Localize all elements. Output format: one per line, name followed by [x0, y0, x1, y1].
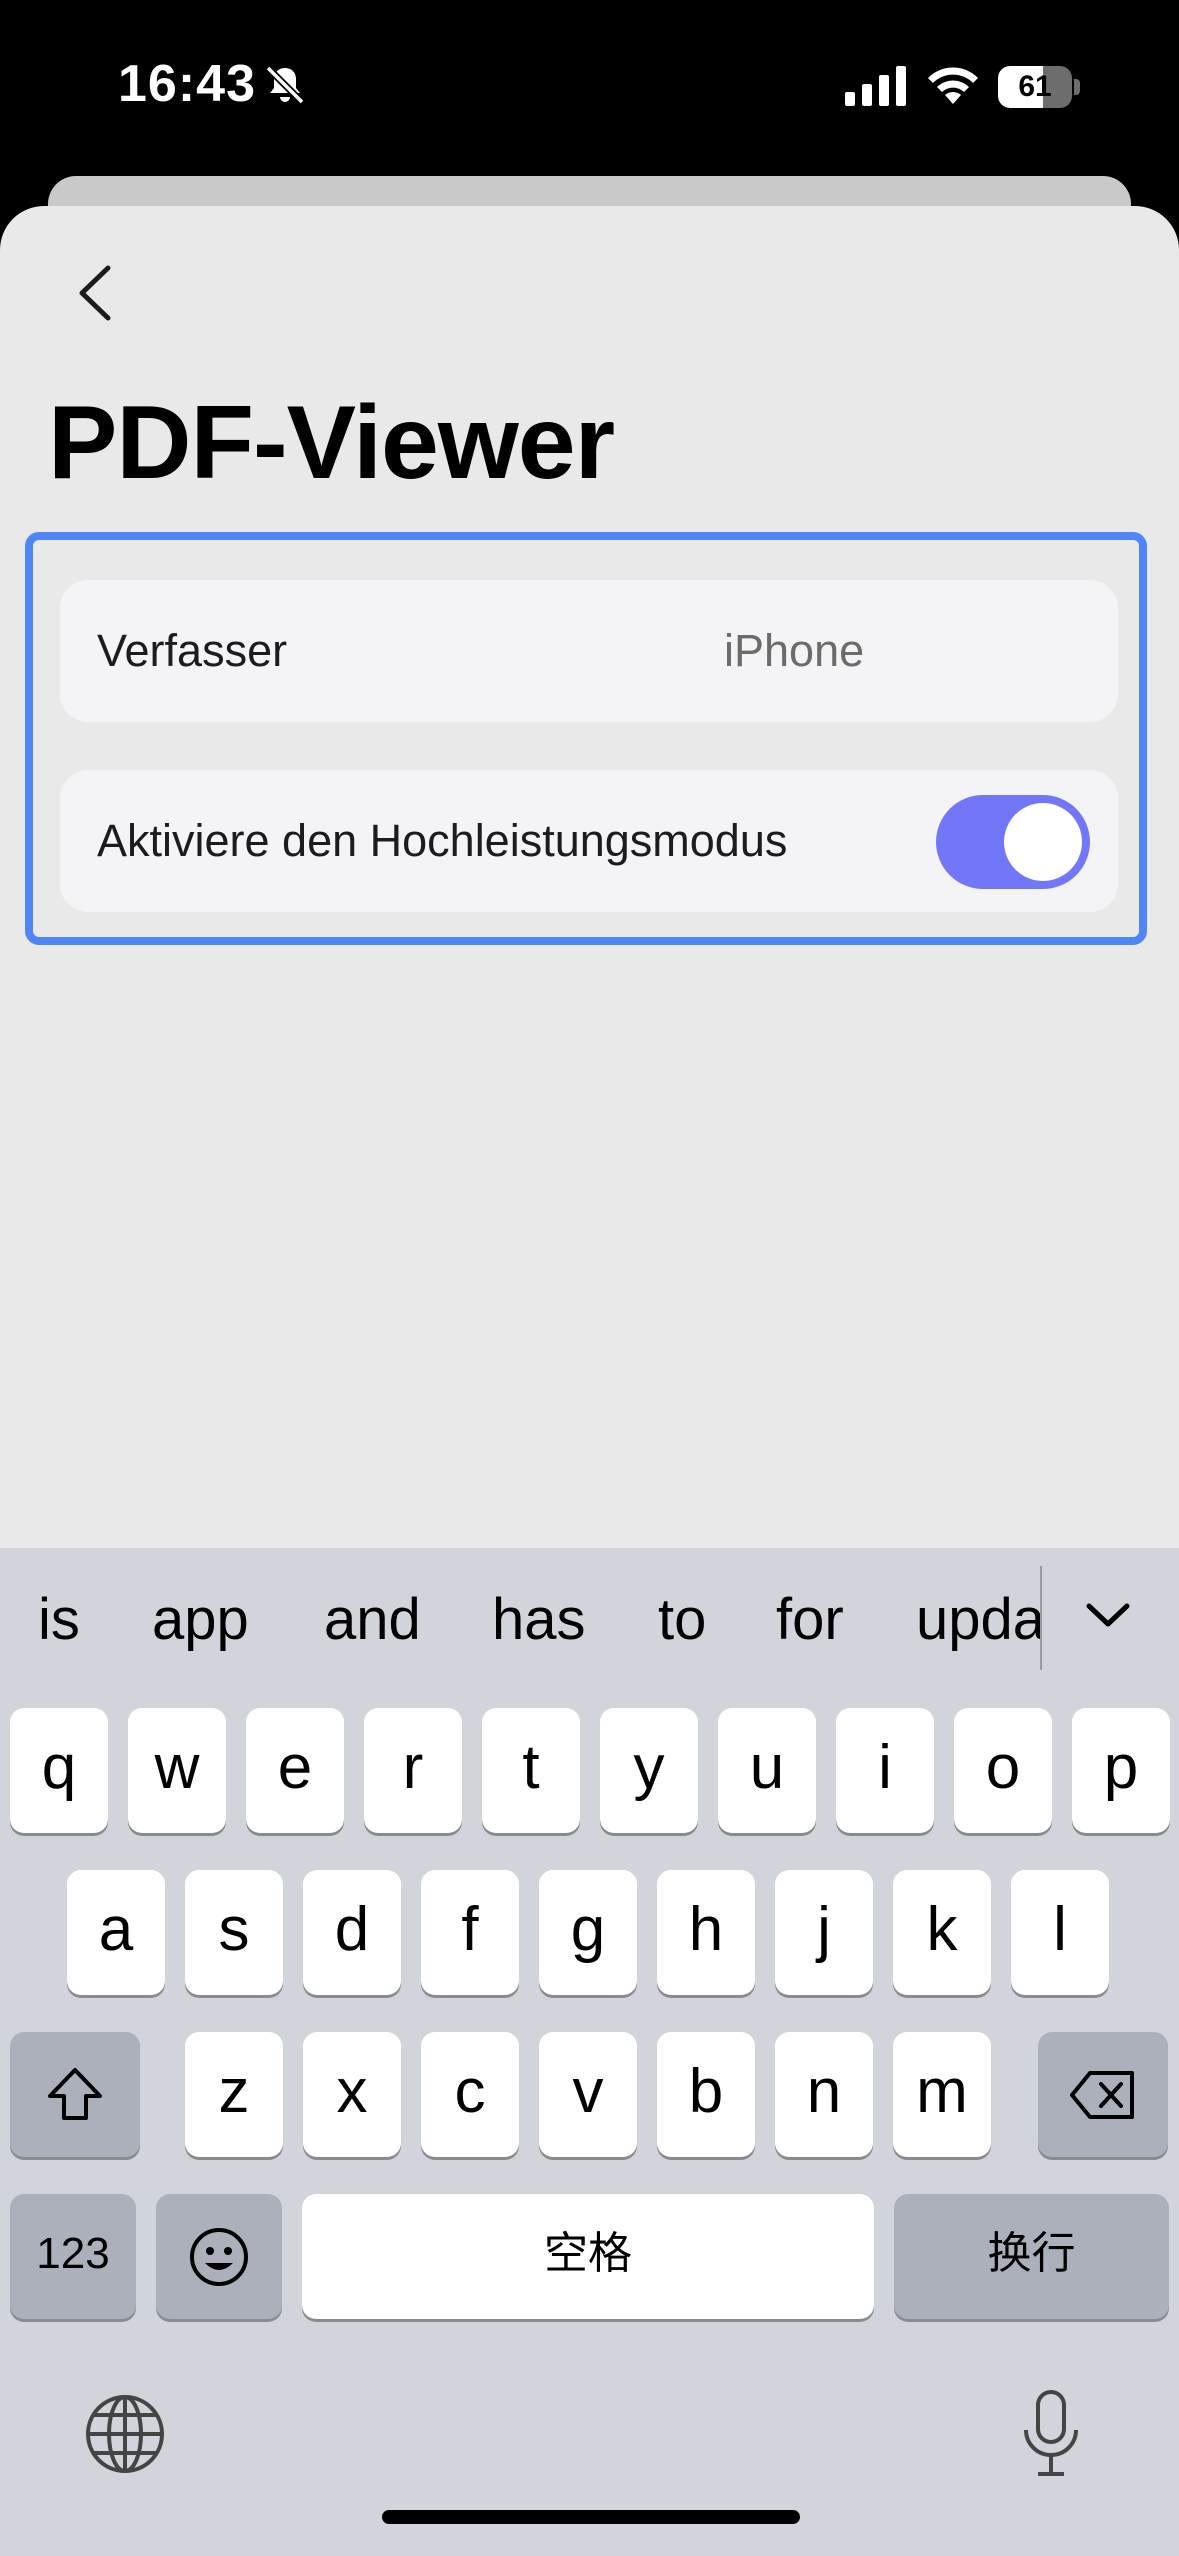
key-e[interactable]: e — [246, 1708, 344, 1833]
key-h[interactable]: h — [657, 1870, 755, 1995]
backspace-icon — [1070, 2070, 1134, 2119]
status-time: 16:43 — [118, 55, 256, 113]
key-r[interactable]: r — [364, 1708, 462, 1833]
microphone-icon[interactable] — [1016, 2388, 1086, 2480]
status-bar: 16:43 61 — [0, 0, 1179, 170]
key-y[interactable]: y — [600, 1708, 698, 1833]
emoji-icon — [190, 2227, 248, 2286]
author-row[interactable]: Verfasser iPhone — [60, 580, 1118, 722]
key-p[interactable]: p — [1072, 1708, 1170, 1833]
home-indicator — [382, 2510, 800, 2524]
key-b[interactable]: b — [657, 2032, 755, 2157]
battery-icon: 61 — [998, 66, 1080, 108]
key-f[interactable]: f — [421, 1870, 519, 1995]
suggestion[interactable]: app — [152, 1586, 249, 1653]
battery-percent: 61 — [1018, 70, 1052, 103]
globe-icon[interactable] — [84, 2393, 166, 2475]
key-x[interactable]: x — [303, 2032, 401, 2157]
cellular-signal-icon — [845, 66, 906, 106]
bell-slash-icon — [265, 65, 305, 105]
key-d[interactable]: d — [303, 1870, 401, 1995]
toggle-knob — [1004, 803, 1082, 881]
numbers-key[interactable]: 123 — [10, 2194, 136, 2319]
key-a[interactable]: a — [67, 1870, 165, 1995]
key-l[interactable]: l — [1011, 1870, 1109, 1995]
page-title: PDF-Viewer — [48, 385, 615, 501]
key-s[interactable]: s — [185, 1870, 283, 1995]
key-n[interactable]: n — [775, 2032, 873, 2157]
suggestion[interactable]: has — [492, 1586, 586, 1653]
key-w[interactable]: w — [128, 1708, 226, 1833]
wifi-icon — [928, 67, 978, 104]
key-j[interactable]: j — [775, 1870, 873, 1995]
key-k[interactable]: k — [893, 1870, 991, 1995]
key-q[interactable]: q — [10, 1708, 108, 1833]
high-performance-mode-row: Aktiviere den Hochleistungsmodus — [60, 770, 1118, 912]
key-u[interactable]: u — [718, 1708, 816, 1833]
back-chevron-icon[interactable] — [66, 258, 126, 328]
key-c[interactable]: c — [421, 2032, 519, 2157]
suggestion[interactable]: is — [38, 1586, 80, 1653]
key-g[interactable]: g — [539, 1870, 637, 1995]
shift-key[interactable] — [10, 2032, 140, 2157]
key-o[interactable]: o — [954, 1708, 1052, 1833]
keyboard: is app and has to for upda q w e r t y u… — [0, 1548, 1179, 2556]
author-value[interactable]: iPhone — [724, 580, 864, 722]
high-performance-mode-label: Aktiviere den Hochleistungsmodus — [97, 815, 788, 866]
key-v[interactable]: v — [539, 2032, 637, 2157]
suggestion[interactable]: for — [776, 1586, 844, 1653]
suggestion-bar: is app and has to for upda — [0, 1548, 1179, 1698]
key-z[interactable]: z — [185, 2032, 283, 2157]
return-key[interactable]: 换行 — [894, 2194, 1169, 2319]
author-label: Verfasser — [97, 625, 288, 676]
delete-key[interactable] — [1038, 2032, 1168, 2157]
emoji-key[interactable] — [156, 2194, 282, 2319]
key-i[interactable]: i — [836, 1708, 934, 1833]
high-performance-mode-toggle[interactable] — [936, 795, 1090, 889]
suggestion[interactable]: upda — [916, 1586, 1040, 1653]
space-key[interactable]: 空格 — [302, 2194, 874, 2319]
suggestion-divider — [1040, 1566, 1042, 1670]
suggestion[interactable]: to — [658, 1586, 706, 1653]
key-t[interactable]: t — [482, 1708, 580, 1833]
suggestion[interactable]: and — [324, 1586, 421, 1653]
shift-arrow-icon — [48, 2067, 102, 2120]
chevron-down-icon[interactable] — [1083, 1596, 1133, 1636]
key-m[interactable]: m — [893, 2032, 991, 2157]
